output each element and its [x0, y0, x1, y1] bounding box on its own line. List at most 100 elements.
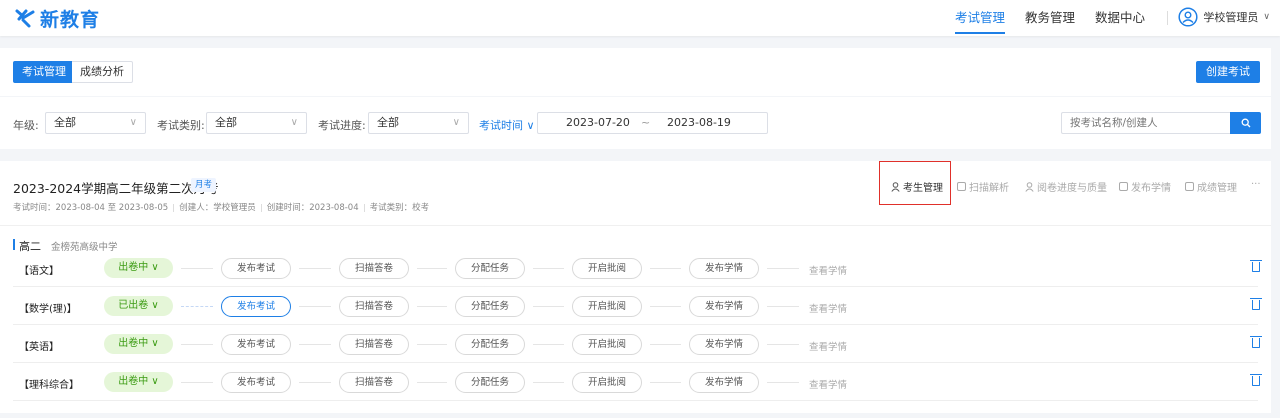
step-button[interactable]: 发布考试	[221, 296, 291, 317]
view-report-link[interactable]: 查看学情	[809, 339, 847, 353]
step-connector	[650, 268, 681, 269]
view-report-link[interactable]: 查看学情	[809, 301, 847, 315]
date-separator: ~	[641, 116, 651, 129]
chevron-down-icon: ∨	[452, 117, 460, 128]
step-connector	[181, 382, 213, 383]
printer-icon	[957, 182, 966, 191]
type-select[interactable]: 全部 ∨	[206, 112, 307, 134]
trash-icon[interactable]	[1250, 374, 1262, 386]
paper-status-dropdown[interactable]: 出卷中 ∨	[104, 258, 173, 278]
grading-progress-action[interactable]: 阅卷进度与质量	[1025, 179, 1107, 194]
trash-icon[interactable]	[1250, 298, 1262, 310]
search-icon	[1241, 118, 1250, 128]
nav-data-center[interactable]: 数据中心	[1085, 0, 1155, 36]
step-connector	[650, 306, 681, 307]
more-actions-button[interactable]: ···	[1251, 179, 1261, 190]
score-management-action[interactable]: 成绩管理	[1185, 179, 1237, 194]
step-connector	[650, 344, 681, 345]
step-button[interactable]: 发布学情	[689, 258, 759, 279]
progress-select-value: 全部	[377, 116, 399, 129]
step-button[interactable]: 扫描答卷	[339, 296, 409, 317]
trash-icon[interactable]	[1250, 336, 1262, 348]
search-input[interactable]	[1061, 112, 1231, 134]
step-connector	[417, 268, 447, 269]
step-button[interactable]: 分配任务	[455, 258, 525, 279]
step-button[interactable]: 发布学情	[689, 334, 759, 355]
subject-row: 【英语】 出卷中 ∨ 发布考试 扫描答卷 分配任务 开启批阅 发布学情 查看学情	[0, 325, 1271, 363]
top-nav-bar: 新教育 考试管理 教务管理 数据中心 学校管理员 ∨	[0, 0, 1280, 36]
step-button[interactable]: 开启批阅	[572, 372, 642, 393]
tab-exam-management[interactable]: 考试管理	[13, 61, 75, 83]
chevron-down-icon: ∨	[129, 117, 137, 128]
step-connector	[767, 268, 799, 269]
step-connector	[533, 268, 564, 269]
step-connector	[533, 382, 564, 383]
step-connector	[650, 382, 681, 383]
type-filter-label: 考试类别:	[157, 119, 205, 132]
type-select-value: 全部	[215, 116, 237, 129]
tab-score-analysis[interactable]: 成绩分析	[72, 61, 133, 83]
step-button[interactable]: 分配任务	[455, 296, 525, 317]
exam-time: 考试时间：2023-08-04 至 2023-08-05	[13, 203, 169, 213]
date-end: 2023-08-19	[667, 116, 731, 129]
main-nav: 考试管理 教务管理 数据中心	[945, 0, 1180, 36]
step-button[interactable]: 分配任务	[455, 334, 525, 355]
trash-icon[interactable]	[1250, 260, 1262, 272]
scan-parse-action[interactable]: 扫描解析	[957, 179, 1009, 194]
tab-panel: 考试管理 成绩分析 创建考试	[0, 48, 1271, 96]
view-report-link[interactable]: 查看学情	[809, 263, 847, 277]
create-exam-button[interactable]: 创建考试	[1196, 61, 1260, 83]
step-button[interactable]: 发布学情	[689, 372, 759, 393]
step-button[interactable]: 开启批阅	[572, 258, 642, 279]
date-range-picker[interactable]: 2023-07-20 ~ 2023-08-19	[537, 112, 768, 134]
exam-meta: 考试时间：2023-08-04 至 2023-08-05 创建人：学校管理员 创建时…	[13, 201, 429, 213]
paper-status-dropdown[interactable]: 已出卷 ∨	[104, 296, 173, 316]
subject-name: 【数学(理)】	[19, 304, 77, 315]
step-button[interactable]: 开启批阅	[572, 296, 642, 317]
step-connector	[417, 382, 447, 383]
publish-report-action[interactable]: 发布学情	[1119, 179, 1171, 194]
step-button[interactable]: 分配任务	[455, 372, 525, 393]
step-button[interactable]: 扫描答卷	[339, 372, 409, 393]
step-button[interactable]: 发布考试	[221, 258, 291, 279]
exam-time-dropdown[interactable]: 考试时间 ∨	[479, 117, 535, 133]
step-button[interactable]: 开启批阅	[572, 334, 642, 355]
step-connector	[299, 382, 331, 383]
paper-status-dropdown[interactable]: 出卷中 ∨	[104, 334, 173, 354]
step-connector	[533, 344, 564, 345]
filter-panel: 年级: 全部 ∨ 考试类别: 全部 ∨ 考试进度: 全部 ∨ 考试时间 ∨ 20…	[0, 97, 1271, 149]
progress-select[interactable]: 全部 ∨	[368, 112, 469, 134]
user-menu[interactable]: 学校管理员 ∨	[1178, 7, 1270, 27]
search-button[interactable]	[1230, 112, 1261, 134]
exam-card: 2023-2024学期高二年级第二次月考 月考 考试时间：2023-08-04 …	[0, 161, 1271, 413]
date-start: 2023-07-20	[566, 116, 630, 129]
exam-created-time: 创建时间：2023-08-04	[266, 203, 359, 213]
grade-select[interactable]: 全部 ∨	[45, 112, 146, 134]
nav-academic-affairs[interactable]: 教务管理	[1015, 0, 1085, 36]
view-report-link[interactable]: 查看学情	[809, 377, 847, 391]
step-button[interactable]: 发布学情	[689, 296, 759, 317]
grade-select-value: 全部	[54, 116, 76, 129]
step-button[interactable]: 扫描答卷	[339, 334, 409, 355]
subject-name: 【理科综合】	[19, 380, 79, 391]
step-button[interactable]: 发布考试	[221, 372, 291, 393]
step-connector	[181, 268, 213, 269]
step-connector	[299, 306, 331, 307]
chevron-down-icon: ∨	[290, 117, 298, 128]
doc-icon	[1119, 182, 1128, 191]
candidate-management-action[interactable]: 考生管理	[891, 179, 943, 194]
step-button[interactable]: 扫描答卷	[339, 258, 409, 279]
grade-filter-label: 年级:	[13, 119, 39, 132]
step-button[interactable]: 发布考试	[221, 334, 291, 355]
doc-icon	[1185, 182, 1194, 191]
step-connector	[181, 344, 213, 345]
logo[interactable]: 新教育	[14, 6, 101, 31]
step-connector	[533, 306, 564, 307]
nav-exam-management[interactable]: 考试管理	[945, 0, 1015, 36]
subject-name: 【英语】	[19, 342, 59, 353]
logo-text: 新教育	[40, 8, 101, 31]
step-connector	[767, 344, 799, 345]
logo-mark-icon	[15, 9, 35, 28]
exam-title: 2023-2024学期高二年级第二次月考	[13, 181, 219, 196]
paper-status-dropdown[interactable]: 出卷中 ∨	[104, 372, 173, 392]
